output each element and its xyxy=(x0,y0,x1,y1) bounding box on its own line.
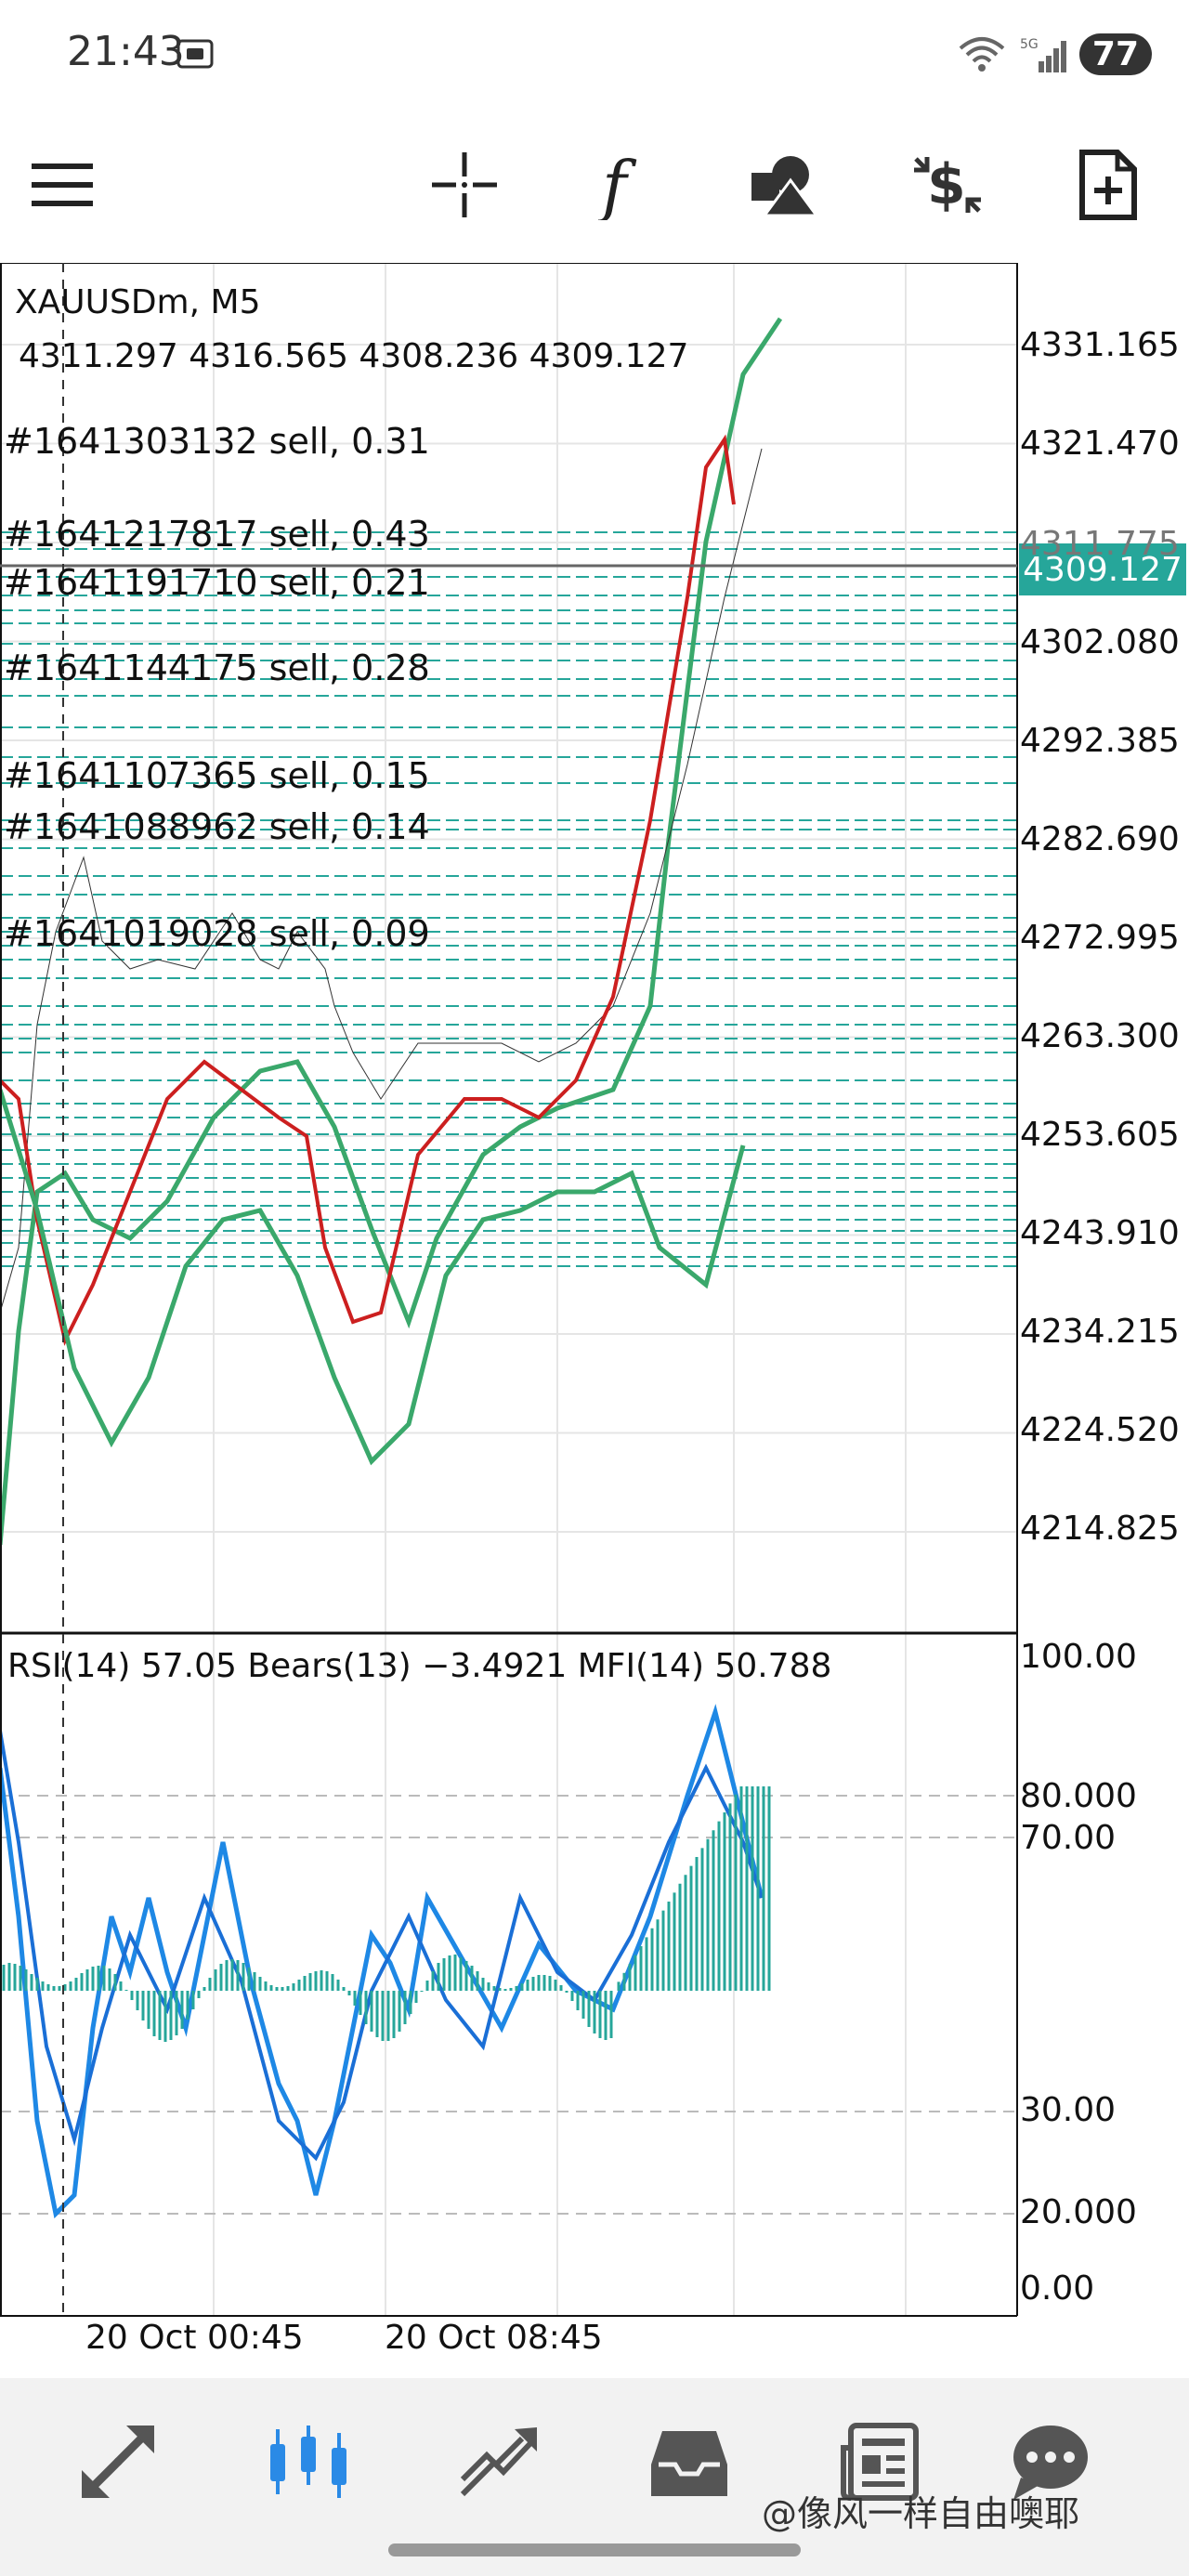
time-axis-label: 20 Oct 00:45 xyxy=(85,2319,304,2357)
indicator-axis-label: 20.000 xyxy=(1020,2193,1137,2231)
quotes-tab[interactable] xyxy=(67,2411,169,2513)
trade-tab[interactable] xyxy=(448,2411,550,2513)
status-icons: 5G 77 xyxy=(957,28,1152,80)
chart-toolbar: f $ xyxy=(0,121,1189,242)
crosshair-icon xyxy=(432,152,497,217)
new-order-button[interactable] xyxy=(1066,143,1150,227)
order-label[interactable]: #1641088962 sell, 0.14 xyxy=(4,806,430,847)
indicator-axis-label: 100.00 xyxy=(1020,1638,1137,1676)
price-axis-label: 4243.910 xyxy=(1020,1214,1180,1252)
indicators-icon: f xyxy=(597,150,637,220)
indicator-axis-label: 70.00 xyxy=(1020,1819,1117,1857)
order-label[interactable]: #1641217817 sell, 0.43 xyxy=(4,514,430,555)
chart-area[interactable]: XAUUSDm, M5 4311.297 4316.565 4308.236 4… xyxy=(0,263,1189,2357)
history-tab[interactable] xyxy=(638,2411,740,2513)
svg-text:$: $ xyxy=(927,152,966,217)
order-label[interactable]: #1641019028 sell, 0.09 xyxy=(4,913,430,954)
chart-tab[interactable] xyxy=(257,2411,359,2513)
price-axis-label: 4311.775 xyxy=(1020,525,1180,563)
quotes-icon xyxy=(82,2426,154,2498)
indicator-axis-label: 0.00 xyxy=(1020,2269,1095,2308)
watermark: @像风一样自由噢耶 xyxy=(762,2493,1080,2534)
order-label[interactable]: #1641107365 sell, 0.15 xyxy=(4,755,430,796)
order-label[interactable]: #1641303132 sell, 0.31 xyxy=(4,421,430,462)
new-order-icon xyxy=(1079,150,1137,220)
price-axis-label: 4263.300 xyxy=(1020,1017,1180,1055)
indicator-axis-label: 80.000 xyxy=(1020,1777,1137,1815)
price-axis-label: 4224.520 xyxy=(1020,1411,1180,1449)
menu-icon xyxy=(32,163,93,206)
price-axis-label: 4253.605 xyxy=(1020,1116,1180,1154)
price-axis-label: 4331.165 xyxy=(1020,326,1180,364)
home-indicator[interactable] xyxy=(388,2543,801,2556)
indicators-button[interactable]: f xyxy=(581,143,664,227)
price-axis-label: 4234.215 xyxy=(1020,1313,1180,1351)
inbox-icon xyxy=(651,2431,727,2496)
indicator-axis-label: 30.00 xyxy=(1020,2091,1117,2129)
price-axis-label: 4302.080 xyxy=(1020,623,1180,661)
price-axis-label: 4292.385 xyxy=(1020,722,1180,760)
clock: 21:43 xyxy=(67,28,185,75)
price-axis-label: 4272.995 xyxy=(1020,919,1180,957)
wifi-icon xyxy=(959,37,1005,72)
trade-chart-icon xyxy=(460,2427,537,2497)
price-axis-label: 4321.470 xyxy=(1020,425,1180,463)
crosshair-button[interactable] xyxy=(423,143,506,227)
signal-icon: 5G xyxy=(1020,37,1066,72)
price-axis-label: 4282.690 xyxy=(1020,820,1180,858)
trade-icon: $ xyxy=(914,152,981,217)
upper-band-line xyxy=(0,1089,746,1466)
price-axis-label: 4214.825 xyxy=(1020,1510,1180,1548)
order-label[interactable]: #1641191710 sell, 0.21 xyxy=(4,562,430,603)
svg-text:f: f xyxy=(597,150,637,220)
battery-indicator: 77 xyxy=(1078,33,1152,75)
objects-icon xyxy=(751,156,819,217)
time-axis-label: 20 Oct 08:45 xyxy=(385,2319,603,2357)
screen-record-icon xyxy=(176,39,214,69)
menu-button[interactable] xyxy=(20,143,104,227)
objects-button[interactable] xyxy=(743,143,827,227)
trade-button[interactable]: $ xyxy=(906,143,989,227)
svg-text:5G: 5G xyxy=(1020,37,1039,52)
indicator-header: RSI(14) 57.05 Bears(13) −3.4921 MFI(14) … xyxy=(7,1647,832,1685)
status-bar: 21:43 5G 77 xyxy=(0,0,1189,107)
ohlc-values: 4311.297 4316.565 4308.236 4309.127 xyxy=(19,337,689,375)
order-label[interactable]: #1641144175 sell, 0.28 xyxy=(4,647,430,688)
chart-symbol: XAUUSDm, M5 xyxy=(15,283,261,321)
chart-icon xyxy=(270,2426,346,2498)
